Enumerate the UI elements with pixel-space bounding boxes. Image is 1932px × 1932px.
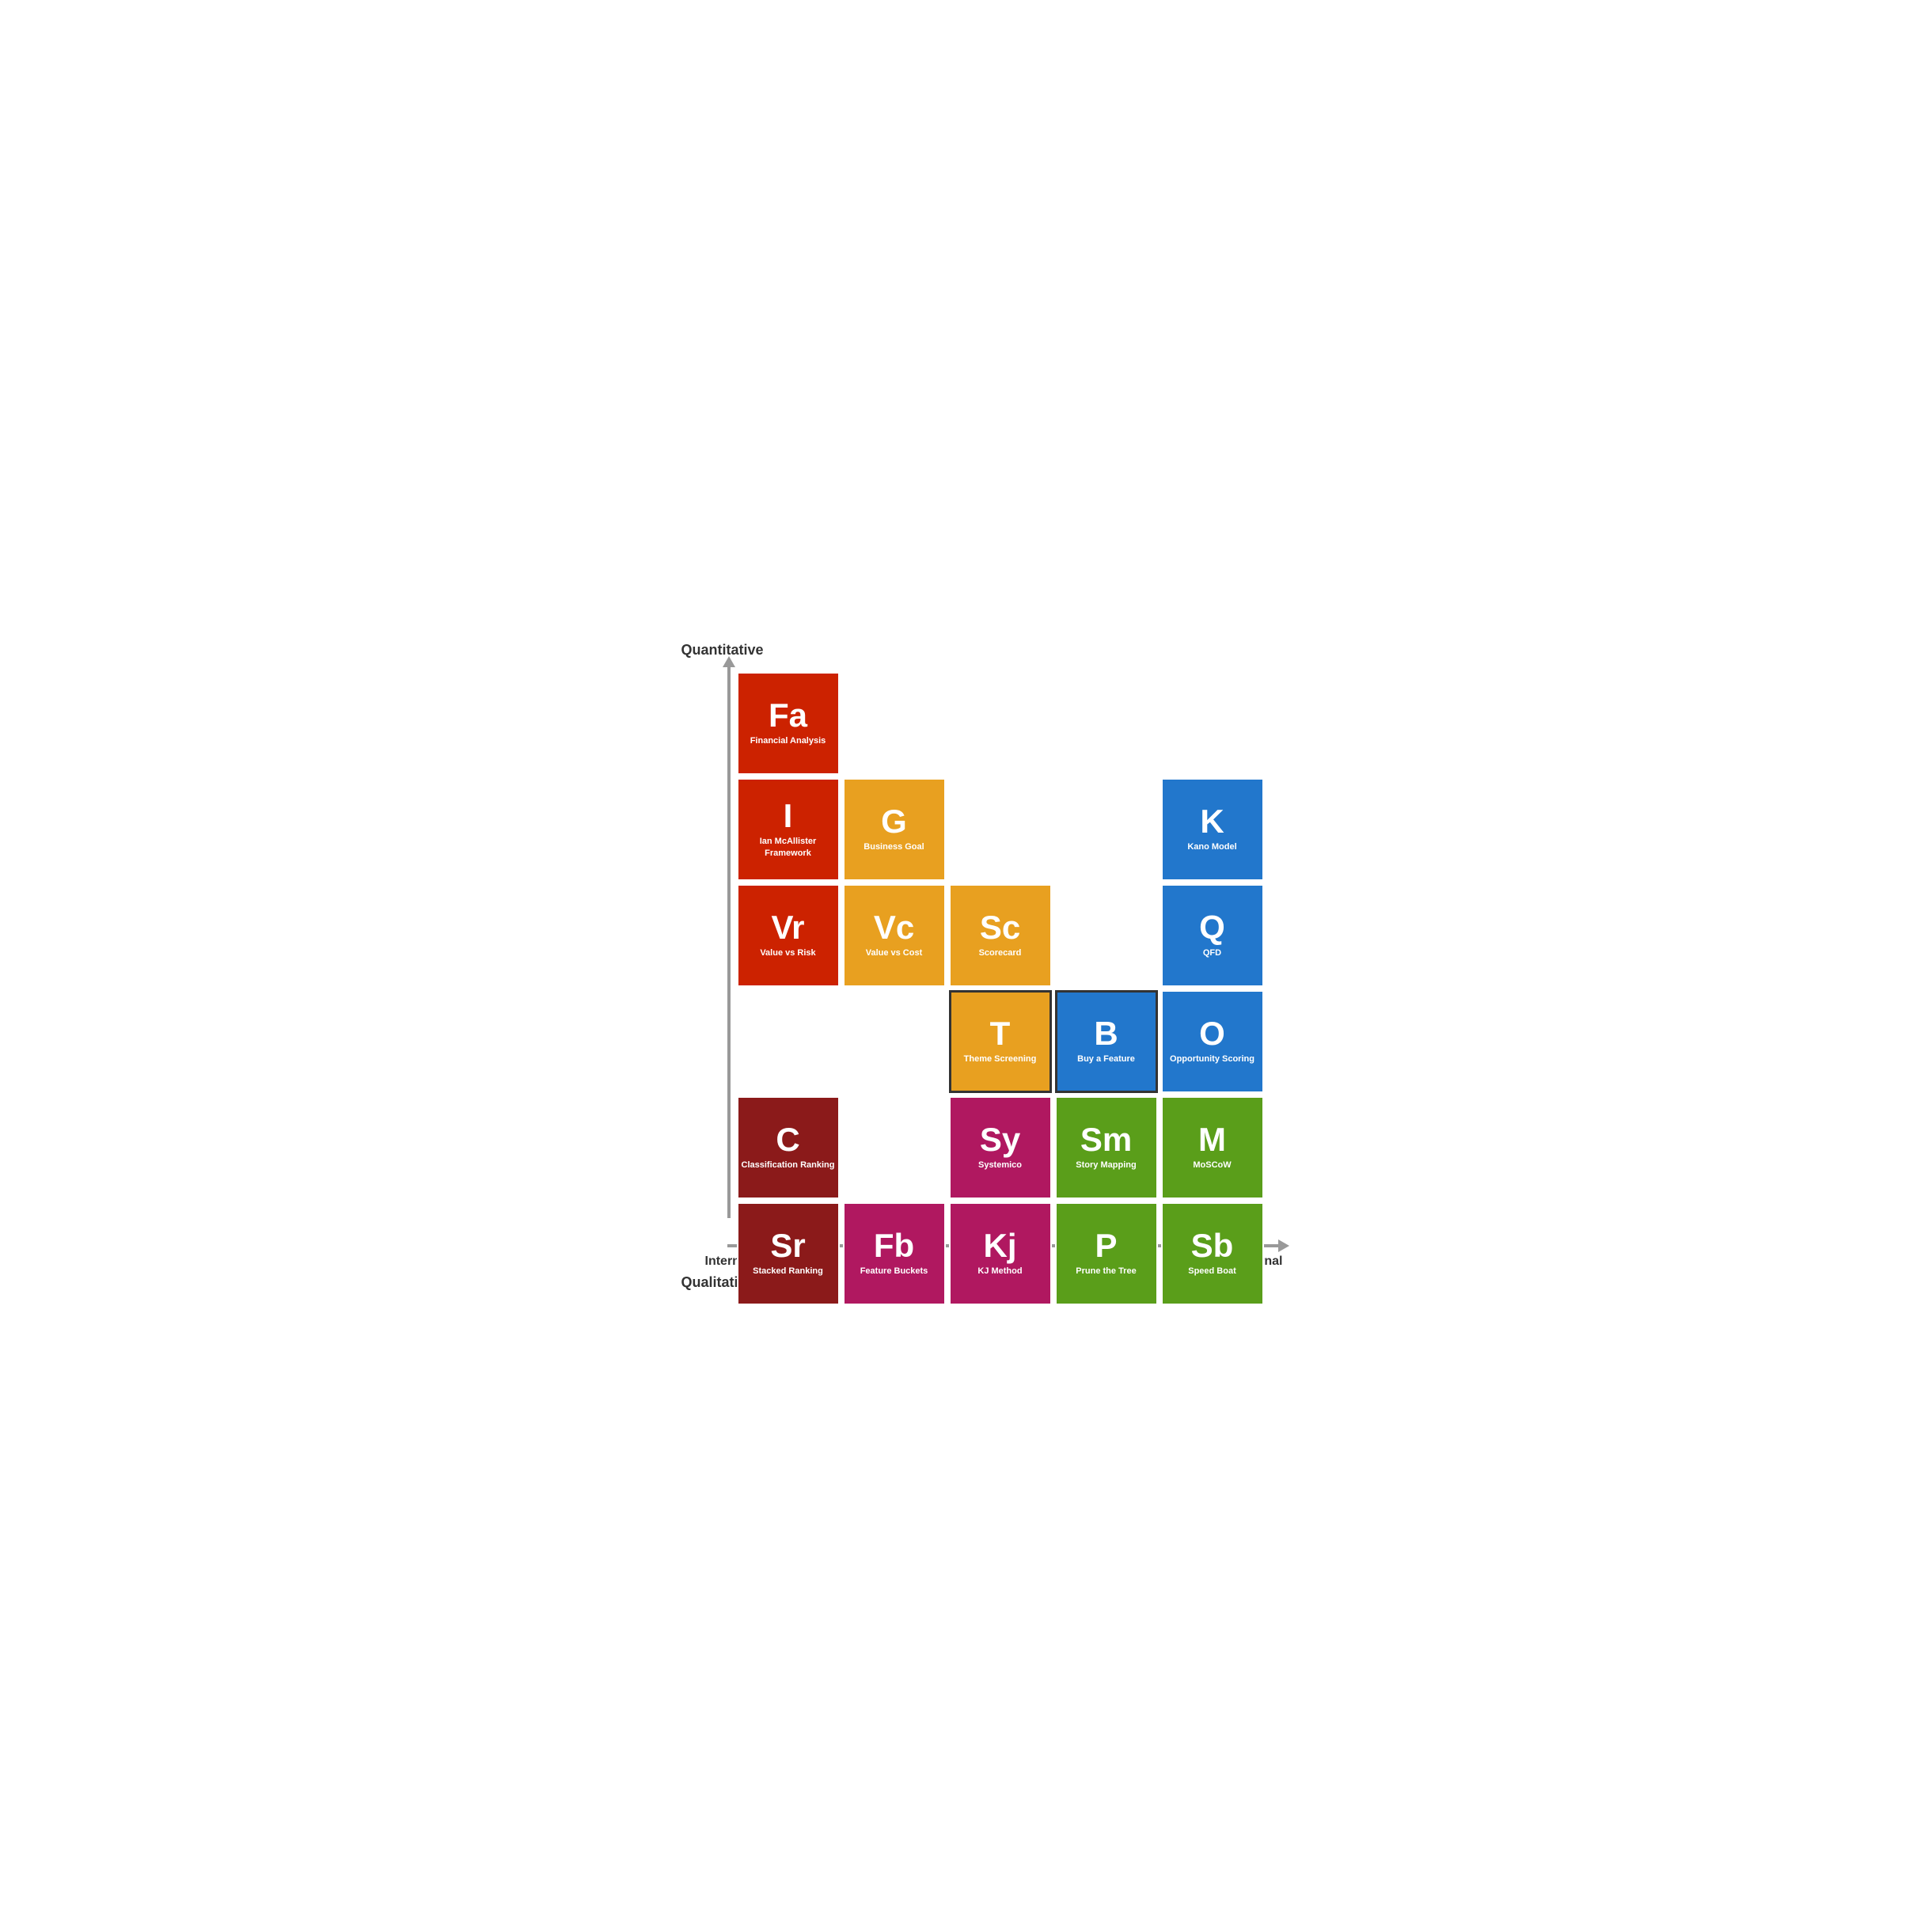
cell-sy[interactable]: Sy Systemico bbox=[949, 1096, 1052, 1199]
cell-abbr-o: O bbox=[1199, 1017, 1225, 1050]
cell-name-m: MoSCoW bbox=[1190, 1160, 1234, 1171]
cell-sm[interactable]: Sm Story Mapping bbox=[1055, 1096, 1158, 1199]
cell-abbr-g: G bbox=[881, 805, 907, 838]
cell-name-g: Business Goal bbox=[860, 841, 927, 852]
cell-fb[interactable]: Fb Feature Buckets bbox=[843, 1202, 946, 1305]
cell-abbr-t: T bbox=[990, 1017, 1011, 1050]
cell-name-p: Prune the Tree bbox=[1072, 1266, 1139, 1277]
cell-i[interactable]: I Ian McAllister Framework bbox=[737, 778, 840, 881]
cell-name-c: Classification Ranking bbox=[738, 1160, 838, 1171]
cell-name-i: Ian McAllister Framework bbox=[738, 836, 838, 859]
cell-sb[interactable]: Sb Speed Boat bbox=[1161, 1202, 1264, 1305]
cell-abbr-sr: Sr bbox=[770, 1229, 805, 1262]
cell-abbr-kj: Kj bbox=[984, 1229, 1017, 1262]
cell-abbr-q: Q bbox=[1199, 911, 1225, 944]
cell-abbr-fb: Fb bbox=[874, 1229, 914, 1262]
vertical-axis bbox=[727, 664, 731, 1218]
cell-abbr-b: B bbox=[1094, 1017, 1118, 1050]
cell-name-vc: Value vs Cost bbox=[863, 947, 926, 958]
cell-name-sr: Stacked Ranking bbox=[750, 1266, 826, 1277]
cell-name-t: Theme Screening bbox=[961, 1053, 1040, 1065]
grid: Fa Financial Analysis I Ian McAllister Fram… bbox=[737, 672, 1275, 1217]
cell-name-sc: Scorecard bbox=[976, 947, 1025, 958]
cell-sr[interactable]: Sr Stacked Ranking bbox=[737, 1202, 840, 1305]
cell-name-sm: Story Mapping bbox=[1072, 1160, 1139, 1171]
cell-m[interactable]: M MoSCoW bbox=[1161, 1096, 1264, 1199]
cell-abbr-m: M bbox=[1198, 1123, 1226, 1156]
cell-name-vr: Value vs Risk bbox=[757, 947, 818, 958]
cell-name-b: Buy a Feature bbox=[1074, 1053, 1138, 1065]
cell-abbr-vc: Vc bbox=[874, 911, 914, 944]
cell-name-kj: KJ Method bbox=[974, 1266, 1025, 1277]
cell-abbr-i: I bbox=[784, 799, 793, 833]
cell-name-q: QFD bbox=[1200, 947, 1224, 958]
cell-name-fa: Financial Analysis bbox=[747, 735, 829, 746]
cell-abbr-sb: Sb bbox=[1191, 1229, 1234, 1262]
chart-container: Quantitative Qualitative Internal Extern… bbox=[642, 642, 1291, 1291]
cell-vc[interactable]: Vc Value vs Cost bbox=[843, 884, 946, 987]
cell-abbr-fa: Fa bbox=[769, 699, 807, 732]
cell-abbr-sy: Sy bbox=[980, 1123, 1020, 1156]
cell-o[interactable]: O Opportunity Scoring bbox=[1161, 990, 1264, 1093]
cell-fa[interactable]: Fa Financial Analysis bbox=[737, 672, 840, 775]
cell-c[interactable]: C Classification Ranking bbox=[737, 1096, 840, 1199]
cell-abbr-vr: Vr bbox=[771, 911, 804, 944]
cell-abbr-sm: Sm bbox=[1080, 1123, 1132, 1156]
cell-g[interactable]: G Business Goal bbox=[843, 778, 946, 881]
cell-vr[interactable]: Vr Value vs Risk bbox=[737, 884, 840, 987]
cell-k[interactable]: K Kano Model bbox=[1161, 778, 1264, 881]
cell-name-sb: Speed Boat bbox=[1185, 1266, 1239, 1277]
cell-p[interactable]: P Prune the Tree bbox=[1055, 1202, 1158, 1305]
cell-abbr-sc: Sc bbox=[980, 911, 1020, 944]
cell-sc[interactable]: Sc Scorecard bbox=[949, 884, 1052, 987]
cell-abbr-k: K bbox=[1200, 805, 1224, 838]
cell-name-fb: Feature Buckets bbox=[857, 1266, 932, 1277]
cell-abbr-c: C bbox=[776, 1123, 799, 1156]
cell-name-k: Kano Model bbox=[1184, 841, 1239, 852]
cell-kj[interactable]: Kj KJ Method bbox=[949, 1202, 1052, 1305]
cell-t[interactable]: T Theme Screening bbox=[949, 990, 1052, 1093]
cell-q[interactable]: Q QFD bbox=[1161, 884, 1264, 987]
cell-b[interactable]: B Buy a Feature bbox=[1055, 990, 1158, 1093]
cell-name-o: Opportunity Scoring bbox=[1167, 1053, 1258, 1065]
cell-abbr-p: P bbox=[1095, 1229, 1117, 1262]
cell-name-sy: Systemico bbox=[975, 1160, 1025, 1171]
